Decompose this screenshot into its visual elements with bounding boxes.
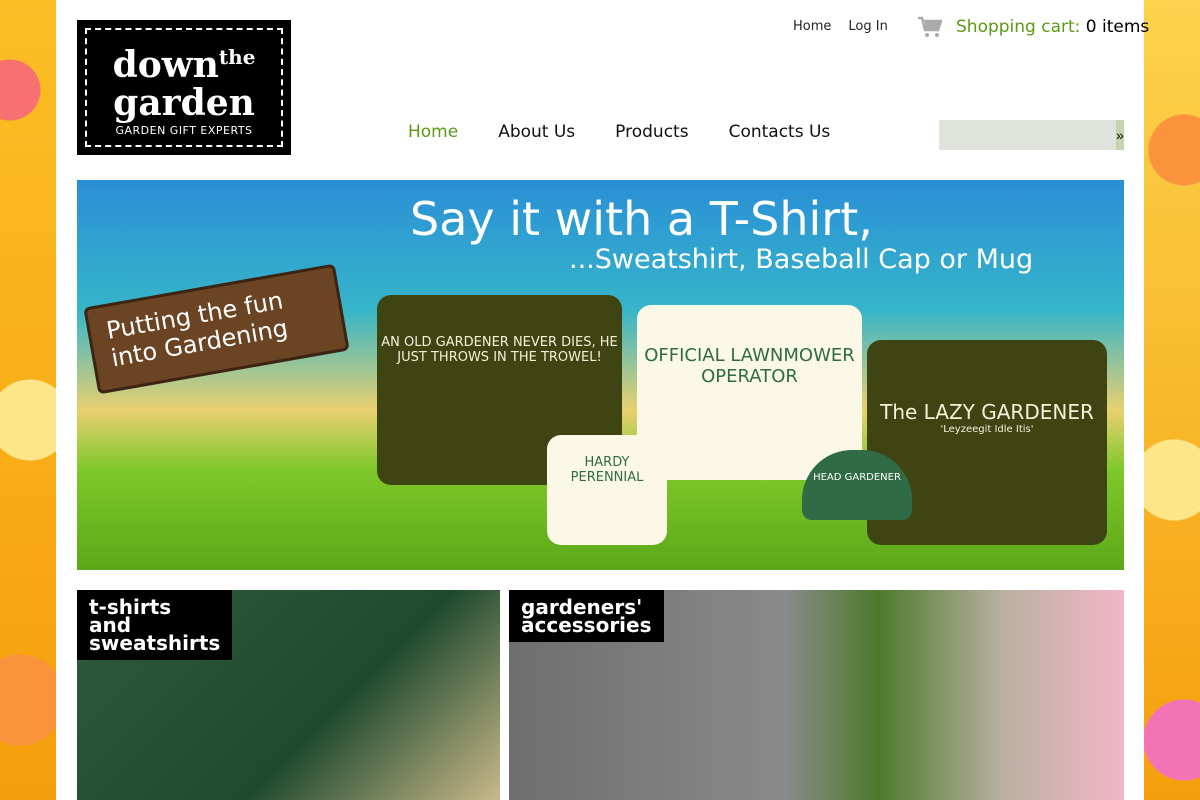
- nav-about[interactable]: About Us: [498, 122, 575, 142]
- hero-banner[interactable]: Say it with a T-Shirt, ...Sweatshirt, Ba…: [77, 180, 1124, 570]
- tshirt-image: OFFICIAL LAWNMOWER OPERATOR: [637, 305, 862, 480]
- site-logo[interactable]: downthe garden GARDEN GIFT EXPERTS: [77, 20, 291, 155]
- category-tshirts[interactable]: t-shirts and sweatshirts: [77, 590, 500, 800]
- category-label: t-shirts and sweatshirts: [77, 590, 233, 660]
- nav-products[interactable]: Products: [615, 122, 688, 142]
- top-links: Home Log In: [793, 19, 888, 34]
- shirt-text: AN OLD GARDENER NEVER DIES, HE JUST THRO…: [381, 335, 618, 365]
- shopping-cart[interactable]: Shopping cart: 0 items: [918, 16, 1149, 38]
- label-line: accessories: [521, 613, 652, 637]
- logo-text: down: [112, 44, 219, 86]
- cart-icon: [918, 16, 942, 37]
- login-link[interactable]: Log In: [848, 19, 887, 34]
- cap-text: HEAD GARDENER: [813, 472, 901, 483]
- main-nav: Home About Us Products Contacts Us: [408, 122, 830, 142]
- cart-count: 0 items: [1085, 17, 1150, 37]
- logo-text: the: [218, 45, 256, 69]
- shirt-text: OFFICIAL LAWNMOWER OPERATOR: [644, 345, 855, 387]
- label-line: sweatshirts: [89, 631, 221, 655]
- flower-background-left: [0, 0, 56, 800]
- search-input[interactable]: [939, 120, 1116, 150]
- flower-background-right: [1144, 0, 1200, 800]
- mug-text: HARDY PERENNIAL: [570, 455, 644, 485]
- shirt-subtext: 'Leyzeegit Idle Itis': [940, 424, 1034, 435]
- category-label: gardeners' accessories: [509, 590, 664, 642]
- shirt-text: The LAZY GARDENER: [880, 400, 1094, 424]
- banner-subtitle: ...Sweatshirt, Baseball Cap or Mug: [569, 244, 1034, 275]
- logo-text: garden: [113, 82, 255, 124]
- category-accessories[interactable]: gardeners' accessories: [509, 590, 1124, 800]
- nav-contacts[interactable]: Contacts Us: [729, 122, 831, 142]
- search-form: »: [939, 120, 1124, 150]
- banner-title: Say it with a T-Shirt,: [410, 192, 873, 246]
- home-link[interactable]: Home: [793, 19, 831, 34]
- banner-sign: Putting the fun into Gardening: [83, 263, 350, 395]
- cart-label: Shopping cart:: [956, 17, 1081, 37]
- search-button[interactable]: »: [1116, 120, 1124, 150]
- logo-tagline: GARDEN GIFT EXPERTS: [115, 124, 253, 137]
- nav-home[interactable]: Home: [408, 122, 458, 142]
